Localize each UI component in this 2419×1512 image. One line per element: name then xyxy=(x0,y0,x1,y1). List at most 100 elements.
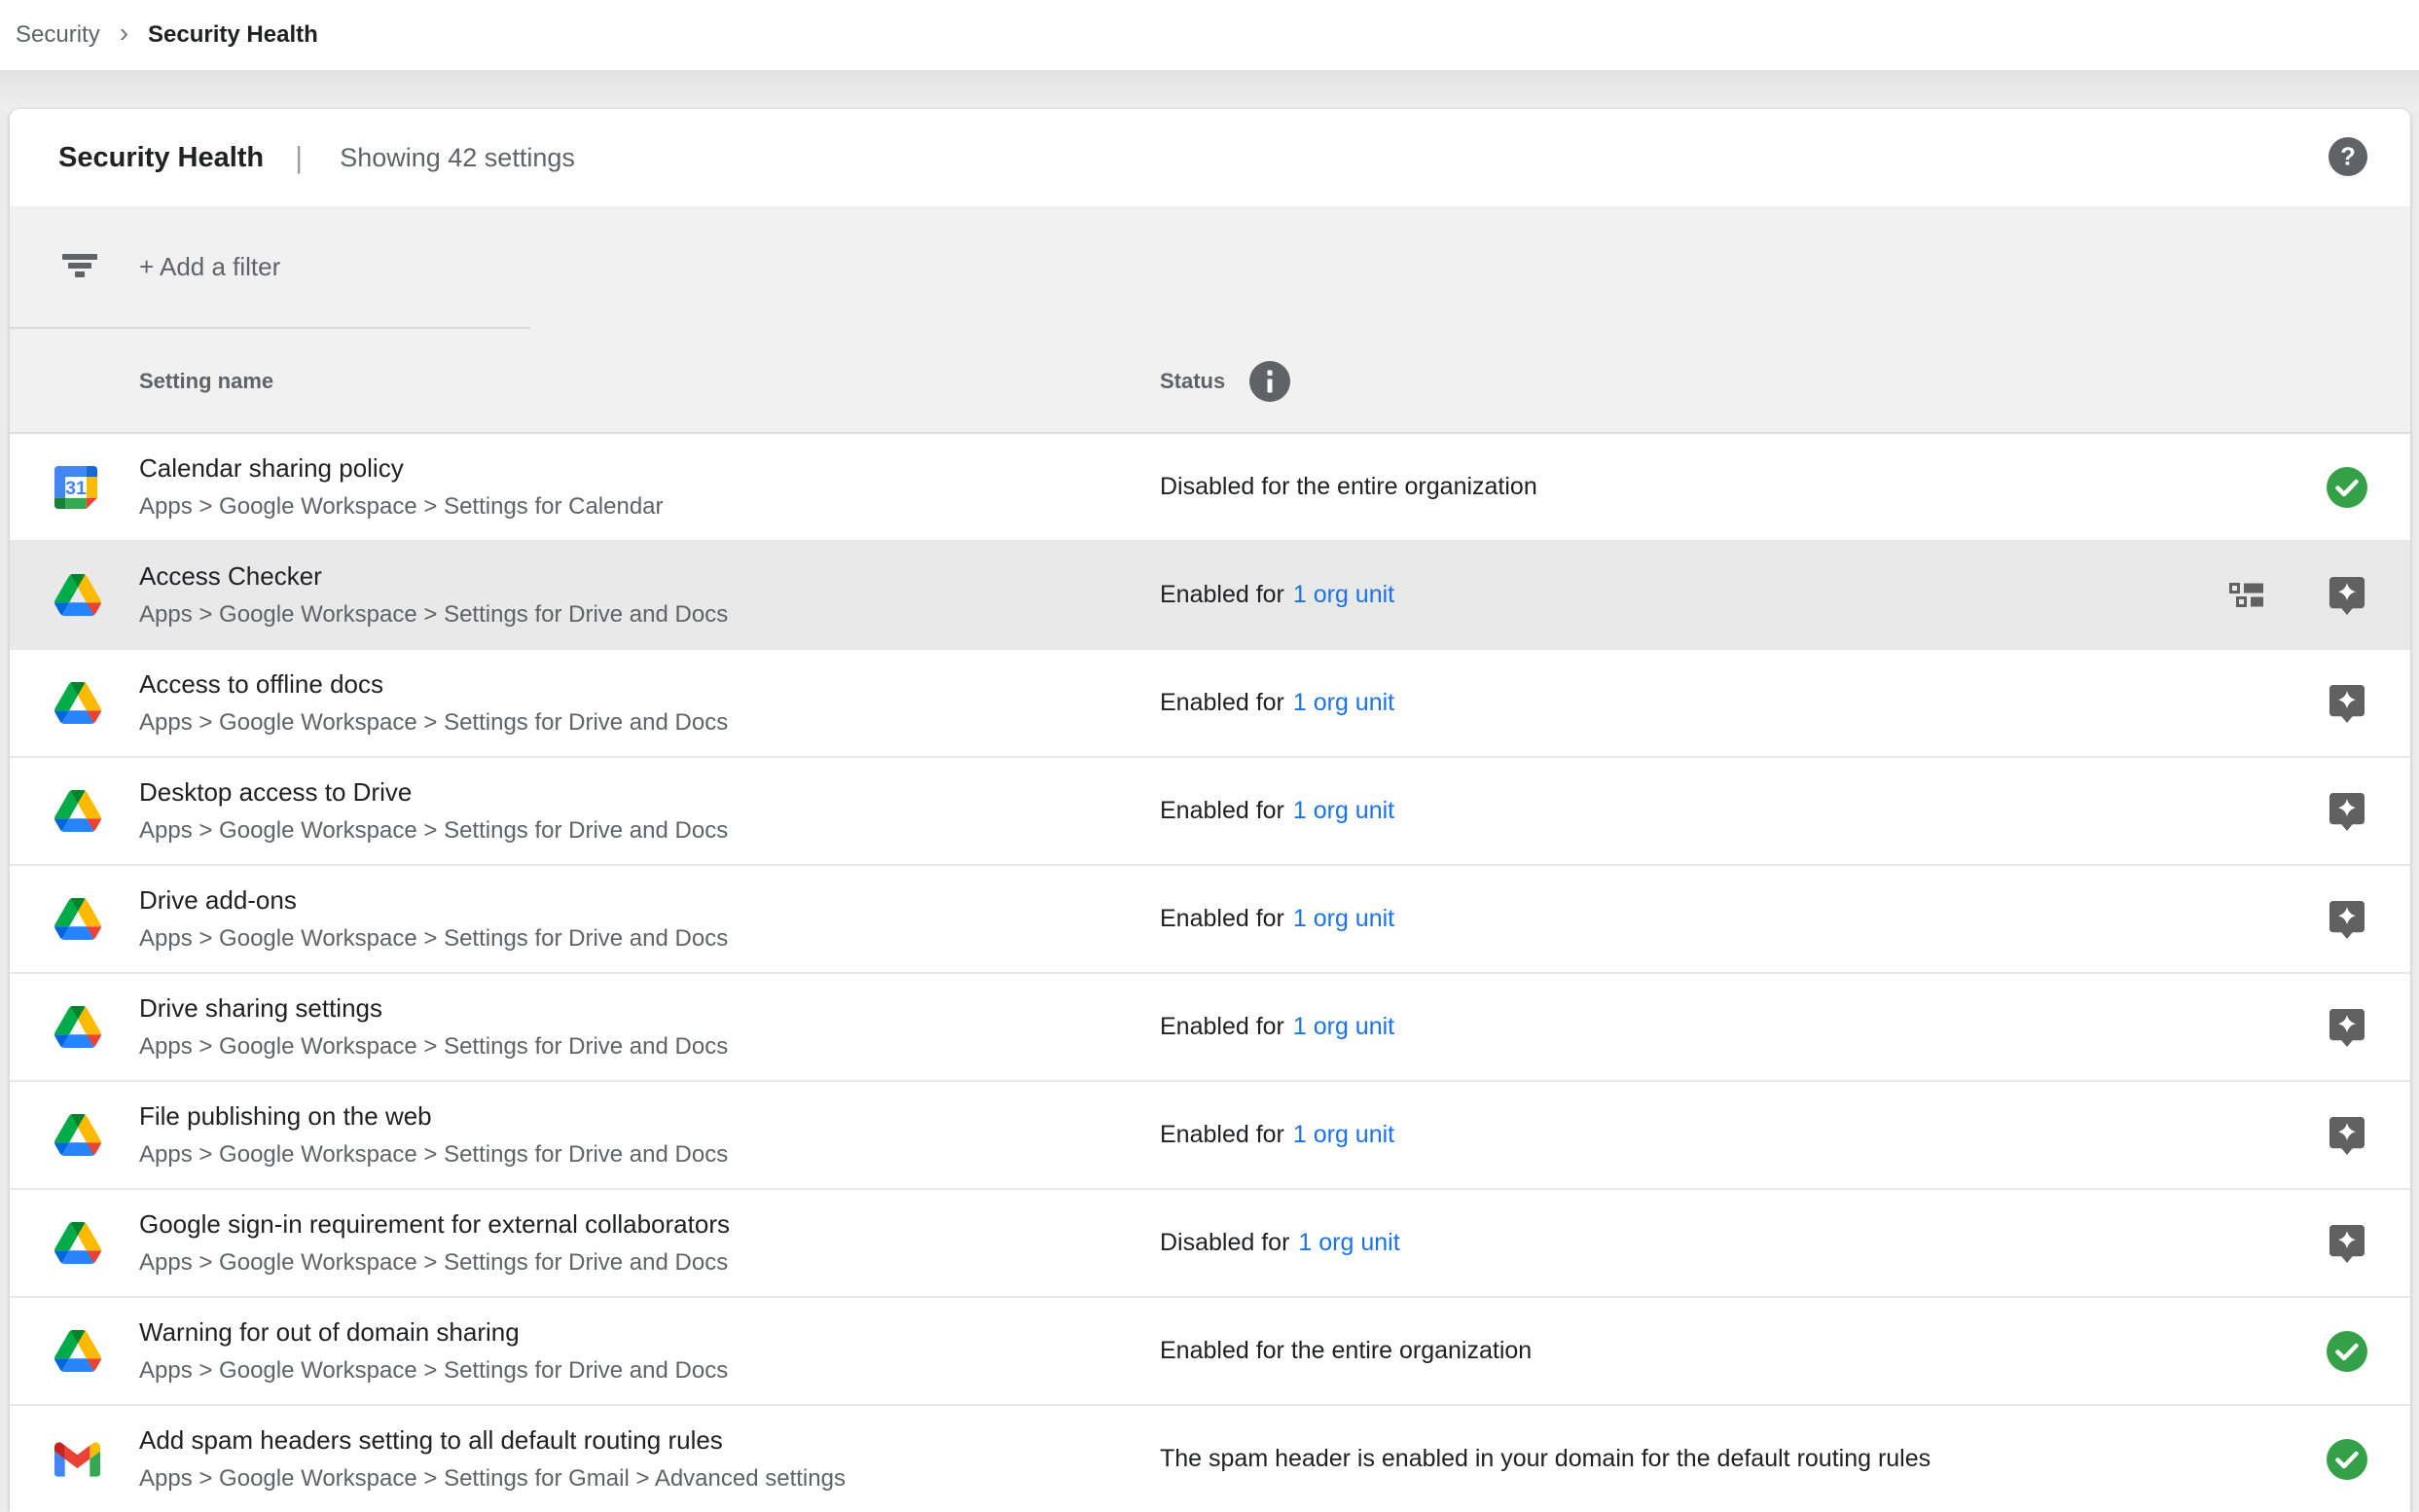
status-cell: Enabled for 1 org unit xyxy=(1160,866,1394,972)
setting-path: Apps > Google Workspace > Settings for C… xyxy=(139,493,1073,521)
drive-icon xyxy=(54,1114,101,1156)
drive-icon xyxy=(54,1006,101,1048)
org-unit-link[interactable]: 1 org unit xyxy=(1293,581,1394,609)
svg-text:31: 31 xyxy=(65,478,87,499)
recommendation-badge-icon[interactable] xyxy=(2329,575,2365,616)
table-row[interactable]: 31 Warning for out of domain sharing App… xyxy=(10,1298,2410,1406)
table-row[interactable]: 31 Calendar sharing policy Apps > Google… xyxy=(10,434,2410,542)
status-text: Enabled for xyxy=(1160,689,1284,717)
table-row[interactable]: 31 Drive sharing settings Apps > Google … xyxy=(10,974,2410,1082)
setting-cell: Access to offline docs Apps > Google Wor… xyxy=(139,650,1073,756)
setting-path: Apps > Google Workspace > Settings for D… xyxy=(139,1357,1073,1385)
app-icon-cell: 31 xyxy=(54,974,101,1080)
table-row[interactable]: 31 Access Checker Apps > Google Workspac… xyxy=(10,542,2410,650)
table-row[interactable]: 31 Add spam headers setting to all defau… xyxy=(10,1406,2410,1512)
setting-cell: File publishing on the web Apps > Google… xyxy=(139,1082,1073,1188)
app-icon-cell: 31 xyxy=(54,650,101,756)
setting-title: Warning for out of domain sharing xyxy=(139,1317,1073,1348)
drive-icon xyxy=(54,1222,101,1264)
table-row[interactable]: 31 File publishing on the web Apps > Goo… xyxy=(10,1082,2410,1190)
drive-icon xyxy=(54,898,101,940)
drive-icon xyxy=(54,1330,101,1372)
setting-path: Apps > Google Workspace > Settings for D… xyxy=(139,1033,1073,1061)
status-ok-check-icon xyxy=(2326,1330,2368,1373)
setting-cell: Google sign-in requirement for external … xyxy=(139,1190,1073,1296)
org-unit-link[interactable]: 1 org unit xyxy=(1293,905,1394,933)
app-icon-cell: 31 xyxy=(54,758,101,864)
app-icon-cell: 31 xyxy=(54,434,101,540)
org-unit-link[interactable]: 1 org unit xyxy=(1293,1013,1394,1041)
setting-path: Apps > Google Workspace > Settings for D… xyxy=(139,601,1073,629)
recommendation-badge-icon[interactable] xyxy=(2329,1223,2365,1264)
card-header: Security Health | Showing 42 settings ? xyxy=(10,109,2410,206)
breadcrumb-parent[interactable]: Security xyxy=(16,21,100,49)
org-unit-link[interactable]: 1 org unit xyxy=(1298,1229,1399,1257)
table-row[interactable]: 31 Google sign-in requirement for extern… xyxy=(10,1190,2410,1298)
recommendation-badge-icon[interactable] xyxy=(2329,683,2365,724)
help-button[interactable]: ? xyxy=(2328,136,2368,177)
add-filter-button[interactable]: + Add a filter xyxy=(139,206,280,327)
setting-title: Add spam headers setting to all default … xyxy=(139,1425,1073,1456)
status-ok-check-icon xyxy=(2326,466,2368,509)
org-unit-link[interactable]: 1 org unit xyxy=(1293,797,1394,825)
status-cell: Disabled for 1 org unit xyxy=(1160,1190,1400,1296)
status-text: Enabled for xyxy=(1160,581,1284,609)
status-ok-check-icon xyxy=(2326,1438,2368,1481)
setting-path: Apps > Google Workspace > Settings for D… xyxy=(139,709,1073,737)
setting-path: Apps > Google Workspace > Settings for D… xyxy=(139,817,1073,845)
status-cell: Enabled for the entire organization xyxy=(1160,1298,1532,1404)
setting-title: Access Checker xyxy=(139,561,1073,592)
drive-icon xyxy=(54,790,101,832)
setting-title: File publishing on the web xyxy=(139,1101,1073,1132)
table-row[interactable]: 31 Drive add-ons Apps > Google Workspace… xyxy=(10,866,2410,974)
setting-cell: Desktop access to Drive Apps > Google Wo… xyxy=(139,758,1073,864)
status-text: Enabled for xyxy=(1160,1121,1284,1149)
calendar-icon: 31 xyxy=(54,466,97,509)
setting-cell: Warning for out of domain sharing Apps >… xyxy=(139,1298,1073,1404)
page-title: Security Health xyxy=(58,142,264,174)
settings-table-body: 31 Calendar sharing policy Apps > Google… xyxy=(10,434,2410,1512)
status-cell: The spam header is enabled in your domai… xyxy=(1160,1406,1931,1512)
title-divider: | xyxy=(295,140,303,175)
help-icon: ? xyxy=(2328,136,2368,177)
recommendation-badge-icon[interactable] xyxy=(2329,1007,2365,1048)
app-icon-cell: 31 xyxy=(54,1298,101,1404)
setting-title: Drive add-ons xyxy=(139,885,1073,916)
status-cell: Enabled for 1 org unit xyxy=(1160,650,1394,756)
setting-cell: Calendar sharing policy Apps > Google Wo… xyxy=(139,434,1073,540)
column-setting-name: Setting name xyxy=(139,329,273,434)
status-cell: Disabled for the entire organization xyxy=(1160,434,1537,540)
filter-bar: + Add a filter xyxy=(10,206,2410,327)
column-status-label: Status xyxy=(1160,369,1225,394)
status-text: Enabled for xyxy=(1160,797,1284,825)
status-cell: Enabled for 1 org unit xyxy=(1160,1082,1394,1188)
table-row[interactable]: 31 Desktop access to Drive Apps > Google… xyxy=(10,758,2410,866)
setting-title: Drive sharing settings xyxy=(139,993,1073,1024)
app-icon-cell: 31 xyxy=(54,1082,101,1188)
setting-title: Access to offline docs xyxy=(139,669,1073,700)
org-unit-link[interactable]: 1 org unit xyxy=(1293,689,1394,717)
status-text: Enabled for the entire organization xyxy=(1160,1337,1532,1365)
column-status: Status xyxy=(1160,329,1291,434)
setting-path: Apps > Google Workspace > Settings for G… xyxy=(139,1465,1073,1493)
info-icon[interactable] xyxy=(1248,360,1291,403)
status-cell: Enabled for 1 org unit xyxy=(1160,974,1394,1080)
app-icon-cell: 31 xyxy=(54,1190,101,1296)
table-column-headers: Setting name Status xyxy=(10,329,2410,434)
filter-funnel-icon[interactable] xyxy=(60,253,99,280)
chevron-right-icon: › xyxy=(120,19,128,51)
app-icon-cell: 31 xyxy=(54,866,101,972)
org-unit-icon xyxy=(2229,583,2264,608)
recommendation-badge-icon[interactable] xyxy=(2329,791,2365,832)
setting-cell: Access Checker Apps > Google Workspace >… xyxy=(139,542,1073,648)
setting-title: Google sign-in requirement for external … xyxy=(139,1209,1073,1240)
app-icon-cell: 31 xyxy=(54,542,101,648)
table-row[interactable]: 31 Access to offline docs Apps > Google … xyxy=(10,650,2410,758)
recommendation-badge-icon[interactable] xyxy=(2329,1115,2365,1156)
setting-title: Desktop access to Drive xyxy=(139,777,1073,808)
setting-cell: Drive add-ons Apps > Google Workspace > … xyxy=(139,866,1073,972)
status-text: The spam header is enabled in your domai… xyxy=(1160,1445,1931,1473)
recommendation-badge-icon[interactable] xyxy=(2329,899,2365,940)
org-unit-link[interactable]: 1 org unit xyxy=(1293,1121,1394,1149)
filter-and-header-section: + Add a filter Setting name Status xyxy=(10,206,2410,434)
